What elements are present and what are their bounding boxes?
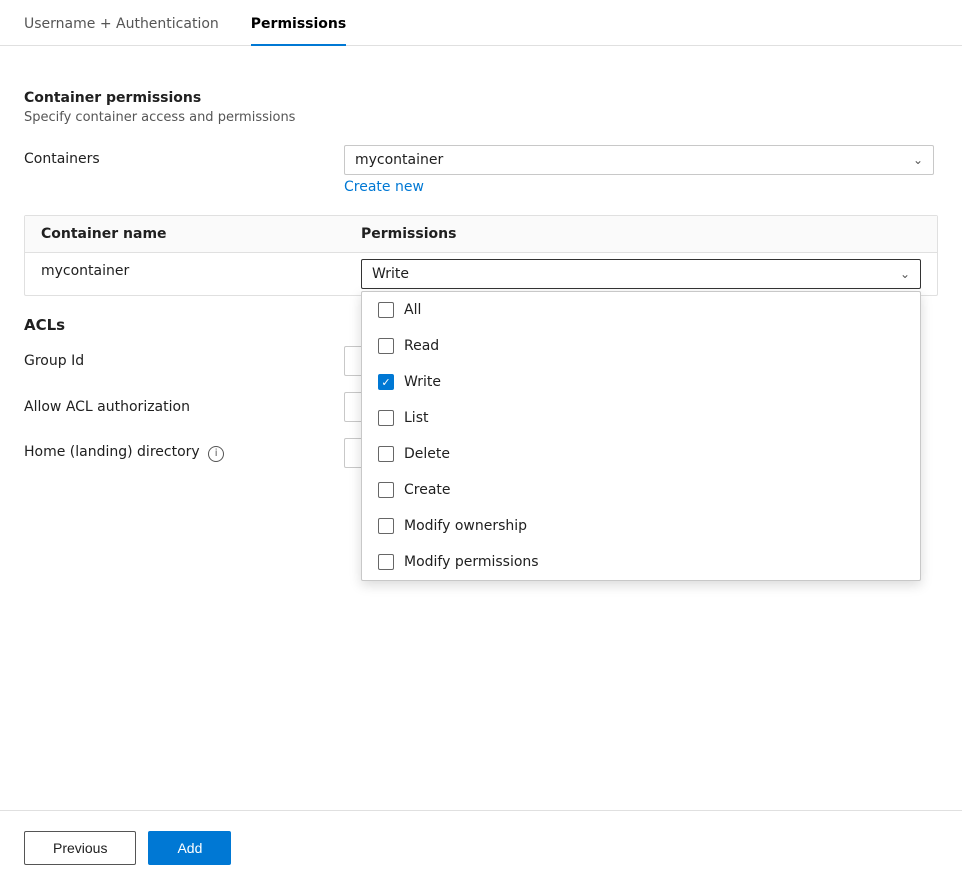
dropdown-item-modify-ownership[interactable]: Modify ownership — [362, 508, 920, 544]
tab-username-auth[interactable]: Username + Authentication — [24, 16, 219, 46]
dropdown-label-modify-ownership: Modify ownership — [404, 518, 527, 534]
dropdown-item-modify-permissions[interactable]: Modify permissions — [362, 544, 920, 580]
section-title: Container permissions — [24, 90, 938, 106]
page-wrapper: Username + Authentication Permissions Co… — [0, 0, 962, 885]
permissions-dropdown-menu: All Read Write — [361, 291, 921, 581]
footer: Previous Add — [0, 810, 962, 885]
table-permissions-cell: Write ⌄ All — [361, 253, 921, 295]
main-content: Container permissions Specify container … — [0, 46, 962, 810]
checkbox-delete[interactable] — [378, 446, 394, 462]
table-header: Container name Permissions — [25, 216, 937, 253]
dropdown-item-read[interactable]: Read — [362, 328, 920, 364]
checkbox-create[interactable] — [378, 482, 394, 498]
containers-dropdown[interactable]: mycontainer ⌄ — [344, 145, 934, 175]
previous-button[interactable]: Previous — [24, 831, 136, 865]
checkbox-all[interactable] — [378, 302, 394, 318]
allow-acl-label: Allow ACL authorization — [24, 399, 344, 415]
create-new-link[interactable]: Create new — [344, 179, 424, 195]
table-row: mycontainer Write ⌄ All — [25, 253, 937, 295]
add-button[interactable]: Add — [148, 831, 231, 865]
col-name-header: Container name — [41, 226, 361, 242]
dropdown-label-delete: Delete — [404, 446, 450, 462]
containers-label: Containers — [24, 145, 344, 167]
dropdown-item-create[interactable]: Create — [362, 472, 920, 508]
dropdown-label-write: Write — [404, 374, 441, 390]
permission-selected-value: Write — [372, 266, 409, 282]
checkbox-write[interactable] — [378, 374, 394, 390]
permissions-table: Container name Permissions mycontainer W… — [24, 215, 938, 296]
containers-field-value: mycontainer ⌄ Create new — [344, 145, 938, 195]
dropdown-label-all: All — [404, 302, 421, 318]
permissions-dropdown-trigger[interactable]: Write ⌄ — [361, 259, 921, 289]
checkbox-list[interactable] — [378, 410, 394, 426]
chevron-down-icon: ⌄ — [900, 267, 910, 281]
containers-field-row: Containers mycontainer ⌄ Create new — [24, 145, 938, 195]
tab-bar: Username + Authentication Permissions — [0, 0, 962, 46]
chevron-down-icon: ⌄ — [913, 153, 923, 167]
group-id-label: Group Id — [24, 353, 344, 369]
container-permissions-section: Container permissions Specify container … — [24, 90, 938, 468]
dropdown-item-list[interactable]: List — [362, 400, 920, 436]
table-container-name: mycontainer — [41, 253, 361, 289]
dropdown-item-delete[interactable]: Delete — [362, 436, 920, 472]
dropdown-label-create: Create — [404, 482, 451, 498]
checkbox-modify-ownership[interactable] — [378, 518, 394, 534]
section-subtitle: Specify container access and permissions — [24, 110, 938, 125]
dropdown-item-all[interactable]: All — [362, 292, 920, 328]
checkbox-modify-permissions[interactable] — [378, 554, 394, 570]
checkbox-read[interactable] — [378, 338, 394, 354]
dropdown-label-modify-permissions: Modify permissions — [404, 554, 539, 570]
tab-permissions[interactable]: Permissions — [251, 16, 346, 46]
containers-selected-value: mycontainer — [355, 152, 443, 168]
info-icon[interactable]: i — [208, 446, 224, 462]
dropdown-label-read: Read — [404, 338, 439, 354]
dropdown-item-write[interactable]: Write — [362, 364, 920, 400]
home-directory-label: Home (landing) directory i — [24, 444, 344, 462]
dropdown-label-list: List — [404, 410, 428, 426]
col-perms-header: Permissions — [361, 226, 921, 242]
